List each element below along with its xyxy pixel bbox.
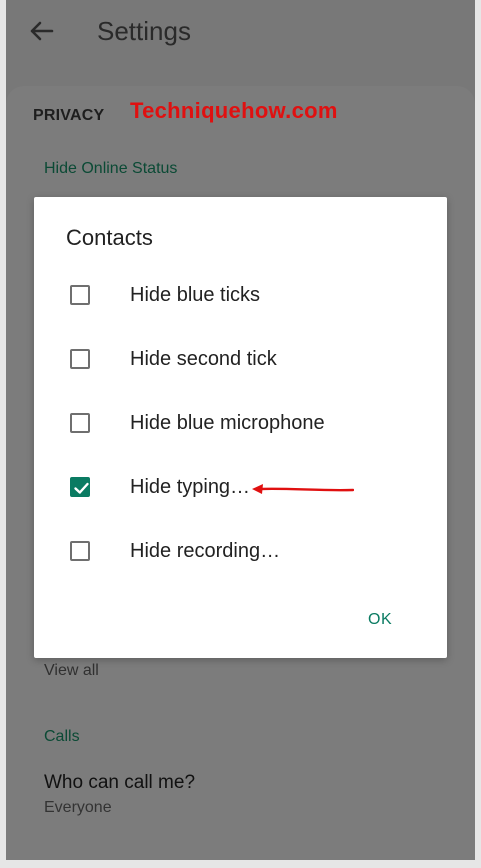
- screenshot-frame: [0, 0, 481, 868]
